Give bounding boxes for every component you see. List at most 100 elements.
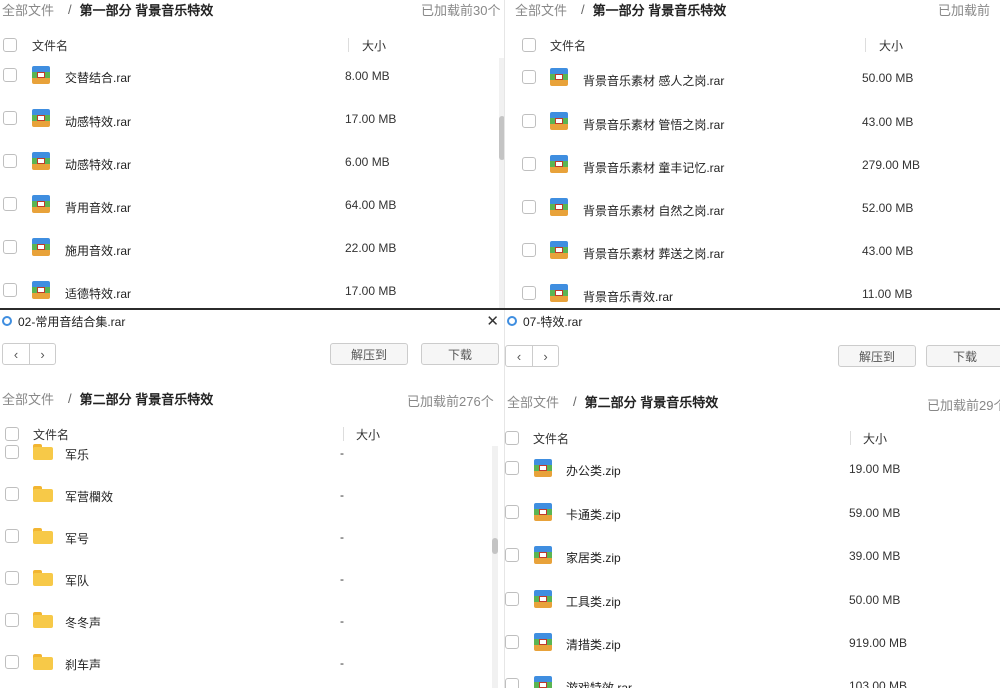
forward-button[interactable]: › (29, 344, 55, 364)
file-name[interactable]: 背景音乐青效.rar (583, 288, 673, 305)
file-name[interactable]: 卡通类.zip (566, 506, 621, 523)
folder-row[interactable]: 冬冬声 - (0, 599, 505, 642)
file-row[interactable]: 背景音乐素材 童丰记忆.rar 279.00 MB (505, 143, 1000, 186)
row-checkbox[interactable] (5, 571, 19, 585)
file-name[interactable]: 背景音乐素材 童丰记忆.rar (583, 159, 724, 176)
row-checkbox[interactable] (522, 243, 536, 257)
column-size-header[interactable]: 大小 (863, 430, 887, 447)
file-row[interactable]: 背景音乐素材 葬送之岗.rar 43.00 MB (505, 229, 1000, 272)
vertical-scrollbar[interactable] (492, 446, 498, 688)
folder-size: - (340, 530, 344, 544)
select-all-checkbox[interactable] (505, 431, 519, 445)
column-name-header[interactable]: 文件名 (550, 37, 586, 54)
file-name[interactable]: 清措类.zip (566, 636, 621, 653)
file-name[interactable]: 工具类.zip (566, 593, 621, 610)
row-checkbox[interactable] (5, 445, 19, 459)
column-size-header[interactable]: 大小 (879, 37, 903, 54)
file-name[interactable]: 交替结合.rar (65, 69, 131, 86)
file-row[interactable]: 背景音乐素材 管悟之岗.rar 43.00 MB (505, 100, 1000, 143)
file-name[interactable]: 施用音效.rar (65, 242, 131, 259)
folder-row[interactable]: 刹车声 - (0, 641, 505, 684)
scrollbar-thumb[interactable] (492, 538, 498, 554)
folder-name[interactable]: 军营欄效 (65, 488, 113, 505)
row-checkbox[interactable] (5, 655, 19, 669)
file-row[interactable]: 卡通类.zip 59.00 MB (505, 491, 1000, 534)
row-checkbox[interactable] (5, 613, 19, 627)
folder-name[interactable]: 军乐 (65, 446, 89, 463)
file-row[interactable]: 背景音乐素材 自然之岗.rar 52.00 MB (505, 186, 1000, 229)
file-row[interactable]: 背景音乐素材 感人之岗.rar 50.00 MB (505, 56, 1000, 99)
file-name[interactable]: 办公类.zip (566, 462, 621, 479)
breadcrumb-root-link[interactable]: 全部文件 (515, 0, 567, 19)
row-checkbox[interactable] (522, 200, 536, 214)
file-name[interactable]: 背景音乐素材 葬送之岗.rar (583, 245, 724, 262)
file-name[interactable]: 背景音乐素材 管悟之岗.rar (583, 116, 724, 133)
breadcrumb: 全部文件 / 第一部分 背景音乐特效 (513, 0, 726, 18)
column-name-header[interactable]: 文件名 (32, 37, 68, 54)
select-all-checkbox[interactable] (3, 38, 17, 52)
file-name[interactable]: 游戏特效.rar (566, 679, 632, 688)
column-name-header[interactable]: 文件名 (533, 430, 569, 447)
row-checkbox[interactable] (505, 461, 519, 475)
forward-button[interactable]: › (532, 346, 558, 366)
folder-row[interactable]: 军乐 - (0, 431, 505, 474)
file-name[interactable]: 背景音乐素材 自然之岗.rar (583, 202, 724, 219)
breadcrumb-root-link[interactable]: 全部文件 (2, 0, 54, 19)
folder-name[interactable]: 军队 (65, 572, 89, 589)
file-row[interactable]: 背景音乐青效.rar 11.00 MB (505, 272, 1000, 308)
folder-name[interactable]: 刹车声 (65, 656, 101, 673)
row-checkbox[interactable] (505, 592, 519, 606)
download-button[interactable]: 下载 (421, 343, 499, 365)
download-button[interactable]: 下载 (926, 345, 1000, 367)
row-checkbox[interactable] (522, 114, 536, 128)
file-row[interactable]: 适德特效.rar 17.00 MB (0, 269, 505, 308)
file-size: 52.00 MB (862, 201, 914, 215)
row-checkbox[interactable] (3, 240, 17, 254)
row-checkbox[interactable] (505, 505, 519, 519)
extract-button[interactable]: 解压到 (838, 345, 916, 367)
row-checkbox[interactable] (522, 157, 536, 171)
row-checkbox[interactable] (522, 70, 536, 84)
row-checkbox[interactable] (5, 529, 19, 543)
breadcrumb-root-link[interactable]: 全部文件 (507, 392, 559, 411)
folder-name[interactable]: 军号 (65, 530, 89, 547)
row-checkbox[interactable] (3, 154, 17, 168)
folder-row[interactable]: 军营欄效 - (0, 473, 505, 516)
file-row[interactable]: 动感特效.rar 17.00 MB (0, 97, 505, 140)
folder-row[interactable]: 军号 - (0, 515, 505, 558)
row-checkbox[interactable] (3, 283, 17, 297)
row-checkbox[interactable] (505, 548, 519, 562)
row-checkbox[interactable] (3, 197, 17, 211)
folder-size: - (340, 656, 344, 670)
close-icon[interactable]: ✕ (486, 312, 499, 330)
file-row[interactable]: 家居类.zip 39.00 MB (505, 534, 1000, 577)
folder-name[interactable]: 冬冬声 (65, 614, 101, 631)
row-checkbox[interactable] (5, 487, 19, 501)
file-name[interactable]: 背用音效.rar (65, 199, 131, 216)
file-row[interactable]: 办公类.zip 19.00 MB (505, 447, 1000, 490)
file-name[interactable]: 适德特效.rar (65, 285, 131, 302)
row-checkbox[interactable] (505, 635, 519, 649)
file-name[interactable]: 家居类.zip (566, 549, 621, 566)
back-button[interactable]: ‹ (3, 344, 29, 364)
row-checkbox[interactable] (505, 678, 519, 688)
file-name[interactable]: 动感特效.rar (65, 113, 131, 130)
file-name[interactable]: 动感特效.rar (65, 156, 131, 173)
row-checkbox[interactable] (3, 68, 17, 82)
file-name[interactable]: 背景音乐素材 感人之岗.rar (583, 72, 724, 89)
column-size-header[interactable]: 大小 (362, 37, 386, 54)
file-row[interactable]: 动感特效.rar 6.00 MB (0, 140, 505, 183)
file-row[interactable]: 背用音效.rar 64.00 MB (0, 183, 505, 226)
file-row[interactable]: 工具类.zip 50.00 MB (505, 578, 1000, 621)
row-checkbox[interactable] (3, 111, 17, 125)
file-row[interactable]: 游戏特效.rar 103.00 MB (505, 664, 1000, 688)
select-all-checkbox[interactable] (522, 38, 536, 52)
file-row[interactable]: 交替结合.rar 8.00 MB (0, 54, 505, 97)
breadcrumb-root-link[interactable]: 全部文件 (2, 389, 54, 408)
extract-button[interactable]: 解压到 (330, 343, 408, 365)
file-row[interactable]: 清措类.zip 919.00 MB (505, 621, 1000, 664)
row-checkbox[interactable] (522, 286, 536, 300)
file-row[interactable]: 施用音效.rar 22.00 MB (0, 226, 505, 269)
folder-row[interactable]: 军队 - (0, 557, 505, 600)
back-button[interactable]: ‹ (506, 346, 532, 366)
